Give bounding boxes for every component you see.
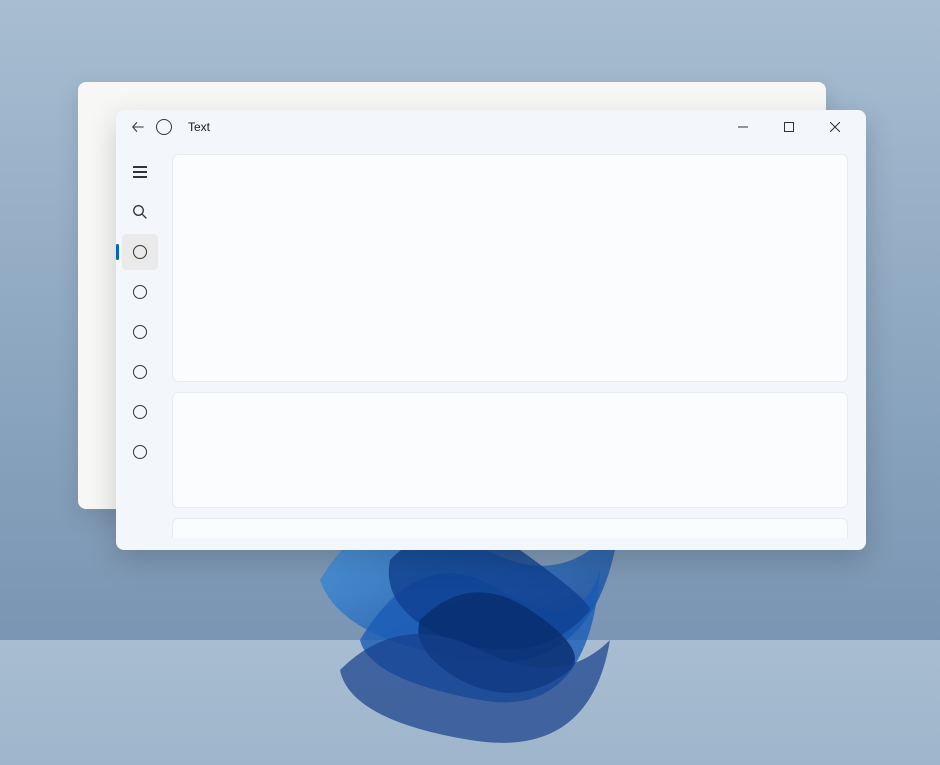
maximize-icon — [784, 122, 794, 132]
hamburger-icon — [133, 166, 147, 178]
titlebar: Text — [116, 110, 866, 144]
circle-icon — [133, 365, 147, 379]
minimize-icon — [738, 122, 748, 132]
maximize-button[interactable] — [766, 110, 812, 144]
circle-icon — [133, 245, 147, 259]
back-arrow-icon — [131, 120, 145, 134]
app-title: Text — [188, 120, 210, 134]
window-body — [116, 144, 866, 550]
content-card-3 — [172, 518, 848, 538]
nav-hamburger[interactable] — [122, 154, 158, 190]
main-window: Text — [116, 110, 866, 550]
nav-item-6[interactable] — [122, 434, 158, 470]
search-icon — [132, 204, 148, 220]
content-card-1 — [172, 154, 848, 382]
close-icon — [830, 122, 840, 132]
circle-icon — [133, 445, 147, 459]
nav-search[interactable] — [122, 194, 158, 230]
nav-item-2[interactable] — [122, 274, 158, 310]
app-icon — [156, 119, 172, 135]
nav-item-3[interactable] — [122, 314, 158, 350]
circle-icon — [133, 325, 147, 339]
circle-icon — [133, 405, 147, 419]
minimize-button[interactable] — [720, 110, 766, 144]
circle-icon — [133, 285, 147, 299]
nav-rail — [116, 144, 164, 550]
nav-item-4[interactable] — [122, 354, 158, 390]
nav-item-1[interactable] — [122, 234, 158, 270]
content-area — [164, 144, 866, 550]
back-button[interactable] — [130, 119, 146, 135]
content-card-2 — [172, 392, 848, 508]
close-button[interactable] — [812, 110, 858, 144]
nav-item-5[interactable] — [122, 394, 158, 430]
